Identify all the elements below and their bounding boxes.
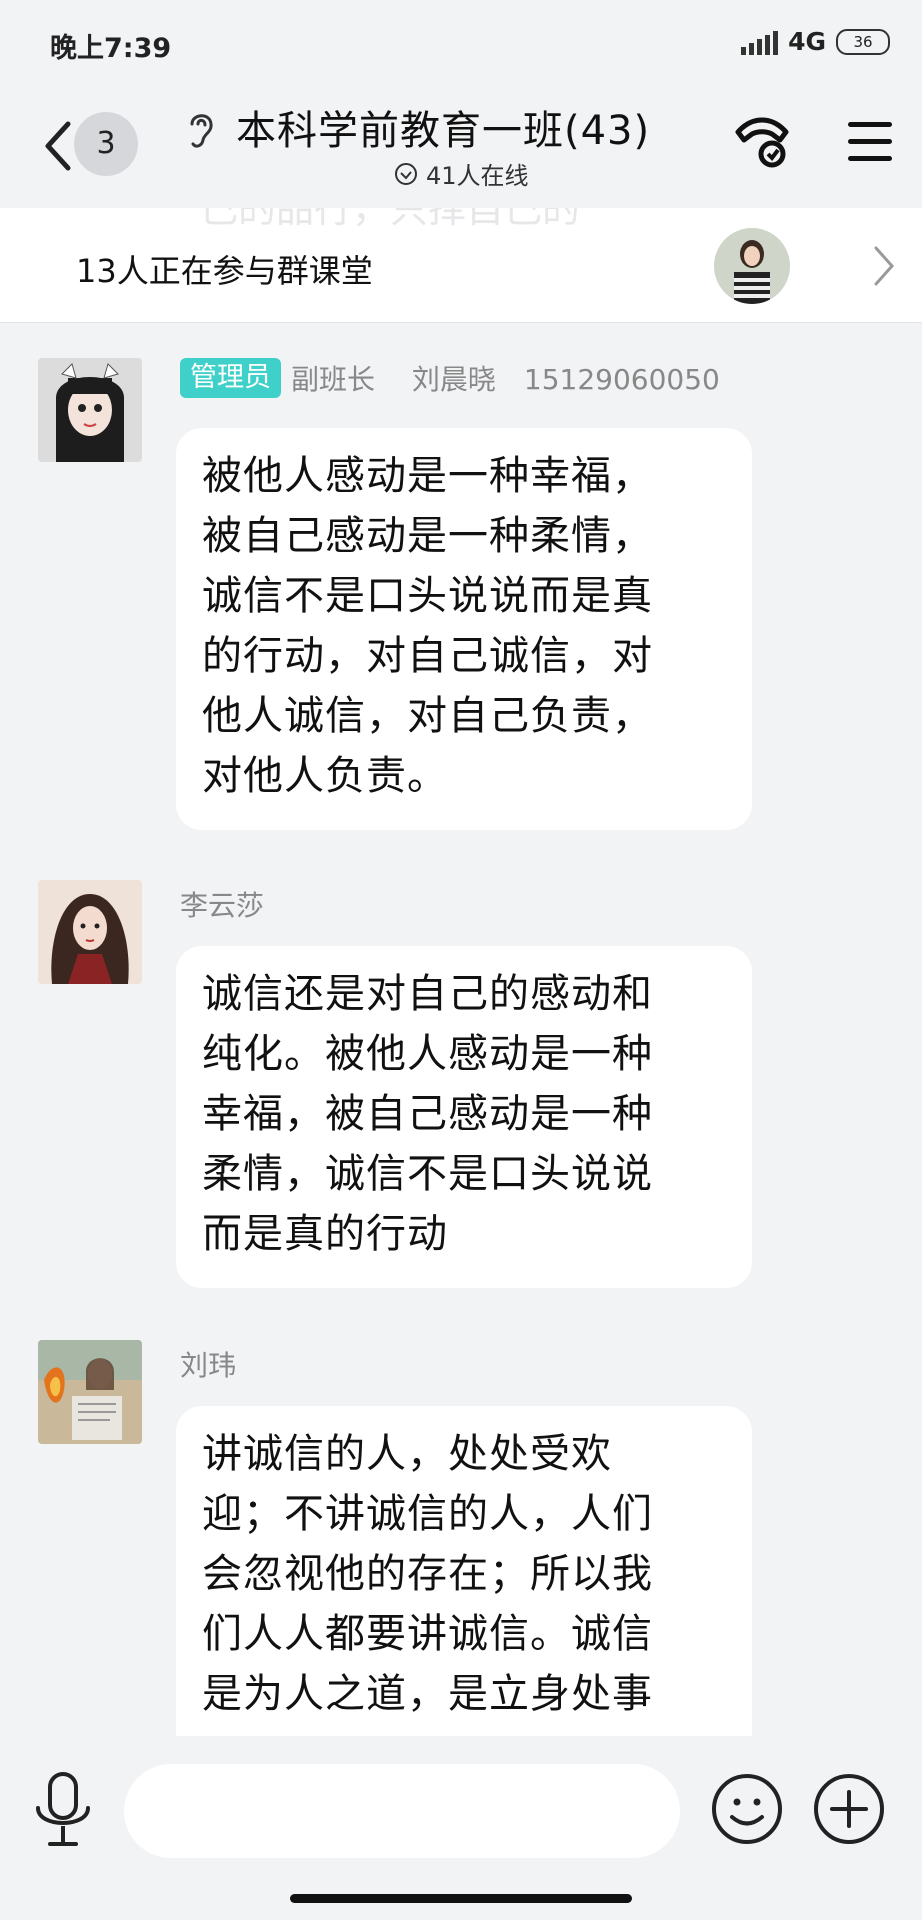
status-indicators: 4G 36 (741, 27, 890, 56)
input-bar (0, 1736, 922, 1920)
online-count: 41人在线 (426, 162, 529, 190)
sender-name[interactable]: 副班长 刘晨晓 15129060050 (291, 358, 720, 398)
unread-count-badge[interactable]: 3 (74, 112, 138, 176)
message-text: 被他人感动是一种幸福， 被自己感动是一种柔情， 诚信不是口头说说而是真 的行动，… (202, 446, 726, 806)
message-line: 幸福，被自己感动是一种 (202, 1091, 653, 1137)
avatar[interactable] (38, 358, 142, 462)
hamburger-menu-icon[interactable] (846, 120, 894, 164)
signal-icon (741, 29, 779, 55)
message-line: 柔情，诚信不是口头说说 (202, 1151, 653, 1197)
status-time: 晚上7:39 (50, 33, 172, 64)
status-bar: 晚上7:39 4G 36 (0, 0, 922, 86)
smiley-icon[interactable] (710, 1772, 784, 1846)
online-status[interactable]: 41人在线 (394, 156, 529, 191)
admin-badge: 管理员 (180, 358, 281, 398)
message-line: 对他人负责。 (202, 753, 448, 799)
avatar[interactable] (38, 880, 142, 984)
message-line: 诚信还是对自己的感动和 (202, 971, 653, 1017)
message-line: 讲诚信的人，处处受欢 (202, 1431, 612, 1477)
chat-header: 3 本科学前教育一班(43) 41人在线 (0, 86, 922, 208)
home-indicator[interactable] (290, 1894, 632, 1903)
online-check-icon (395, 162, 417, 185)
message-line: 他人诚信，对自己负责， (202, 693, 653, 739)
phone-call-icon[interactable] (732, 114, 792, 174)
message-bubble[interactable]: 讲诚信的人，处处受欢 迎；不讲诚信的人，人们 会忽视他的存在；所以我 们人人都要… (176, 1406, 752, 1736)
message-line: 的行动，对自己诚信，对 (202, 633, 653, 679)
message-line: 被自己感动是一种柔情， (202, 513, 653, 559)
host-avatar[interactable] (714, 228, 790, 304)
sender-info: 管理员 副班长 刘晨晓 15129060050 (180, 358, 720, 398)
message-line: 是为人之道，是立身处事 (202, 1671, 653, 1717)
message-line: 被他人感动是一种幸福， (202, 453, 653, 499)
plus-circle-icon[interactable] (812, 1772, 886, 1846)
group-class-text: 13人正在参与群课堂 (76, 252, 373, 290)
group-title[interactable]: 本科学前教育一班(43) (236, 98, 650, 156)
ear-icon[interactable] (184, 106, 218, 154)
message-line: 们人人都要讲诚信。诚信 (202, 1611, 653, 1657)
message-line: 而是真的行动 (202, 1211, 448, 1257)
message-input[interactable] (124, 1764, 680, 1858)
avatar[interactable] (38, 1340, 142, 1444)
message-bubble[interactable]: 被他人感动是一种幸福， 被自己感动是一种柔情， 诚信不是口头说说而是真 的行动，… (176, 428, 752, 830)
sender-name[interactable]: 刘玮 (180, 1344, 236, 1384)
sender-name[interactable]: 李云莎 (180, 884, 264, 924)
battery-icon: 36 (836, 28, 890, 55)
message-bubble[interactable]: 诚信还是对自己的感动和 纯化。被他人感动是一种 幸福，被自己感动是一种 柔情，诚… (176, 946, 752, 1288)
scrolled-text-fragment: 己的品行，只择自己的 (200, 208, 581, 231)
chevron-left-icon[interactable] (38, 116, 78, 176)
message-line: 纯化。被他人感动是一种 (202, 1031, 653, 1077)
chevron-right-icon[interactable] (872, 244, 896, 288)
chat-screen: 晚上7:39 4G 36 3 本科学前教育一班(43) 41人在线 己的品行，只… (0, 0, 922, 1920)
group-class-banner[interactable]: 己的品行，只择自己的 13人正在参与群课堂 (0, 208, 922, 323)
microphone-icon[interactable] (30, 1770, 96, 1850)
network-type: 4G (788, 27, 826, 56)
message-line: 诚信不是口头说说而是真 (202, 573, 653, 619)
message-text: 讲诚信的人，处处受欢 迎；不讲诚信的人，人们 会忽视他的存在；所以我 们人人都要… (202, 1424, 726, 1724)
message-text: 诚信还是对自己的感动和 纯化。被他人感动是一种 幸福，被自己感动是一种 柔情，诚… (202, 964, 726, 1264)
message-line: 迎；不讲诚信的人，人们 (202, 1491, 653, 1537)
message-line: 会忽视他的存在；所以我 (202, 1551, 653, 1597)
